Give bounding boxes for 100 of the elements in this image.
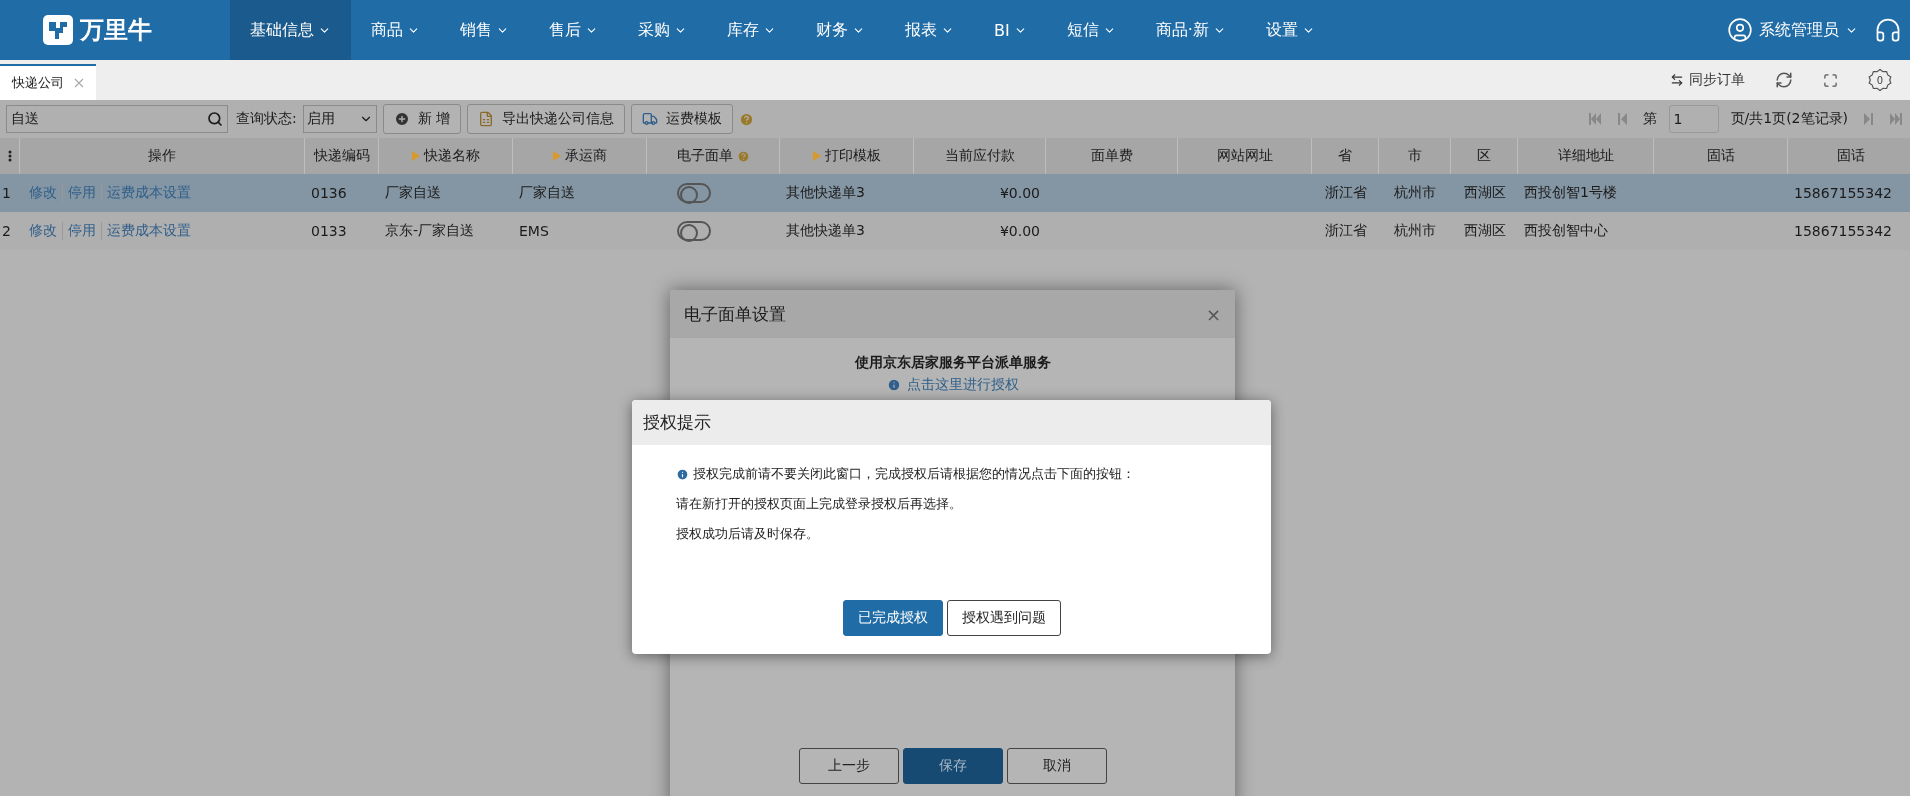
table-cell-text: 浙江省 xyxy=(1323,221,1368,240)
status-select[interactable]: 启用 xyxy=(302,105,377,133)
nav-menu-item[interactable]: 销售 xyxy=(440,0,529,60)
toggle-switch[interactable] xyxy=(677,221,711,241)
nav-menu-item[interactable]: 售后 xyxy=(529,0,618,60)
table-cell-text: 杭州市 xyxy=(1393,183,1437,202)
nav-menu-item[interactable]: 基础信息 xyxy=(230,0,351,60)
table-cell-text: 浙江省 xyxy=(1323,183,1368,202)
nav-menu-item[interactable]: 商品 xyxy=(351,0,440,60)
action-link[interactable]: 运费成本设置 xyxy=(101,222,196,240)
column-header: 区 xyxy=(1477,147,1491,165)
table-cell-text: 其他快递单3 xyxy=(785,221,866,240)
sync-orders-link[interactable]: 同步订单 xyxy=(1670,71,1745,89)
toolbar-button[interactable]: 导出快递公司信息 xyxy=(467,104,626,134)
authorize-link[interactable]: 点击这里进行授权 xyxy=(886,376,1019,394)
column-header: 电子面单 xyxy=(676,147,733,165)
page-tab[interactable]: 快递公司 xyxy=(0,64,96,100)
table-cell-text: ¥0.00 xyxy=(998,222,1041,241)
column-header: 市 xyxy=(1407,147,1422,165)
column-header: 快递名称 xyxy=(423,147,480,165)
triangle-icon xyxy=(812,151,821,161)
action-link[interactable]: 停用 xyxy=(62,222,101,240)
spreadsheet-icon xyxy=(478,111,495,127)
nav-menu-item[interactable]: 财务 xyxy=(796,0,885,60)
table-cell-text: 厂家自送 xyxy=(384,183,442,202)
dialog-button[interactable]: 上一步 xyxy=(798,748,899,784)
dialog-message: 授权成功后请及时保存。 xyxy=(676,525,819,543)
column-header: 快递编码 xyxy=(313,147,370,165)
table-cell-text: 厂家自送 xyxy=(518,183,576,202)
table-cell-text: 杭州市 xyxy=(1393,221,1437,240)
fullscreen-icon[interactable] xyxy=(1823,72,1838,88)
triangle-icon xyxy=(411,151,420,161)
table-cell-text: ¥0.00 xyxy=(998,184,1041,203)
column-header: 网站网址 xyxy=(1216,147,1273,165)
table-cell-text: 15867155342 xyxy=(1793,222,1893,241)
dialog-button[interactable]: 取消 xyxy=(1006,748,1107,784)
row-number: 1 xyxy=(1,184,12,203)
action-link[interactable]: 修改 xyxy=(24,222,62,240)
dialog-title: 电子面单设置 xyxy=(684,302,786,326)
user-icon xyxy=(1727,17,1753,43)
table-cell-text: 15867155342 xyxy=(1793,184,1893,203)
column-menu-icon[interactable] xyxy=(7,150,12,162)
dialog-title: 授权提示 xyxy=(643,411,711,434)
column-header: 固话 xyxy=(1836,147,1865,165)
nav-menu-item[interactable]: 短信 xyxy=(1046,0,1136,60)
column-header: 打印模板 xyxy=(824,147,881,165)
page-number-field[interactable]: 1 xyxy=(1668,105,1719,133)
column-header: 详细地址 xyxy=(1557,147,1614,165)
help-icon[interactable] xyxy=(739,111,755,127)
swap-arrows-icon xyxy=(1670,73,1684,87)
column-header: 当前应付款 xyxy=(944,147,1015,165)
nav-menu-item[interactable]: 库存 xyxy=(707,0,796,60)
nav-menu-item[interactable]: 采购 xyxy=(618,0,707,60)
dialog-message: 请在新打开的授权页面上完成登录授权后再选择。 xyxy=(676,495,962,513)
status-label: 查询状态: xyxy=(236,110,297,128)
help-icon[interactable] xyxy=(736,149,750,163)
nav-menu-item[interactable]: 商品·新 xyxy=(1135,0,1246,60)
table-cell-text: 西湖区 xyxy=(1462,221,1507,240)
row-number: 2 xyxy=(1,222,12,241)
table-row[interactable]: 2 修改 停用 运费成本设置 0133 京东-厂家自送 EMS 其他快递单3 ¥0.00 浙江省 杭州市 西湖区 西投创智中心 15867155342 xyxy=(0,212,1910,250)
table-cell-text: 京东-厂家自送 xyxy=(384,221,476,240)
table-cell-text: 0133 xyxy=(310,222,348,241)
toolbar-button[interactable]: 运费模板 xyxy=(631,104,734,134)
triangle-icon xyxy=(552,151,561,161)
table-cell-text: EMS xyxy=(518,222,550,241)
user-menu[interactable]: 系统管理员 xyxy=(1727,0,1874,60)
dialog-button[interactable]: 已完成授权 xyxy=(842,600,943,636)
dialog-button[interactable]: 保存 xyxy=(902,748,1003,784)
pager-label: 第 xyxy=(1642,110,1657,128)
close-icon[interactable] xyxy=(74,78,84,88)
search-field[interactable]: 自送 xyxy=(6,105,228,133)
last-page-icon[interactable] xyxy=(1888,111,1904,127)
dialog-heading: 使用京东居家服务平台派单服务 xyxy=(853,354,1052,372)
pager-label: 页/共1页(2笔记录) xyxy=(1730,110,1848,128)
toolbar-button[interactable]: 新 增 xyxy=(382,104,462,134)
column-header: 承运商 xyxy=(564,147,607,165)
dialog-button[interactable]: 授权遇到问题 xyxy=(946,600,1061,636)
nav-menu-item[interactable]: BI xyxy=(974,0,1047,60)
table-row[interactable]: 1 修改 停用 运费成本设置 0136 厂家自送 厂家自送 其他快递单3 ¥0.00 浙江省 杭州市 西湖区 西投创智1号楼 15867155342 xyxy=(0,174,1910,212)
info-icon xyxy=(886,378,901,392)
info-icon xyxy=(676,467,689,481)
column-header: 省 xyxy=(1338,147,1352,165)
truck-icon xyxy=(642,111,659,127)
first-page-icon[interactable] xyxy=(1586,111,1603,127)
table-cell-text: 西投创智中心 xyxy=(1523,221,1609,240)
plus-icon xyxy=(393,111,410,127)
logo-text: 万里牛 xyxy=(80,15,152,46)
nav-menu-item[interactable]: 设置 xyxy=(1245,0,1335,60)
column-header: 面单费 xyxy=(1090,147,1133,165)
column-header: 操作 xyxy=(148,147,176,165)
dialog-message: 授权完成前请不要关闭此窗口，完成授权后请根据您的情况点击下面的按钮： xyxy=(693,465,1135,483)
search-icon[interactable] xyxy=(207,111,223,127)
headset-icon[interactable] xyxy=(1874,16,1902,44)
logo-icon xyxy=(42,14,74,46)
nav-menu-item[interactable]: 报表 xyxy=(885,0,974,60)
toggle-switch[interactable] xyxy=(677,183,711,203)
refresh-icon[interactable] xyxy=(1775,71,1793,89)
close-button[interactable]: × xyxy=(1205,303,1221,325)
settings-button[interactable]: 0 xyxy=(1868,68,1892,92)
table-cell-text: 0136 xyxy=(310,184,348,203)
